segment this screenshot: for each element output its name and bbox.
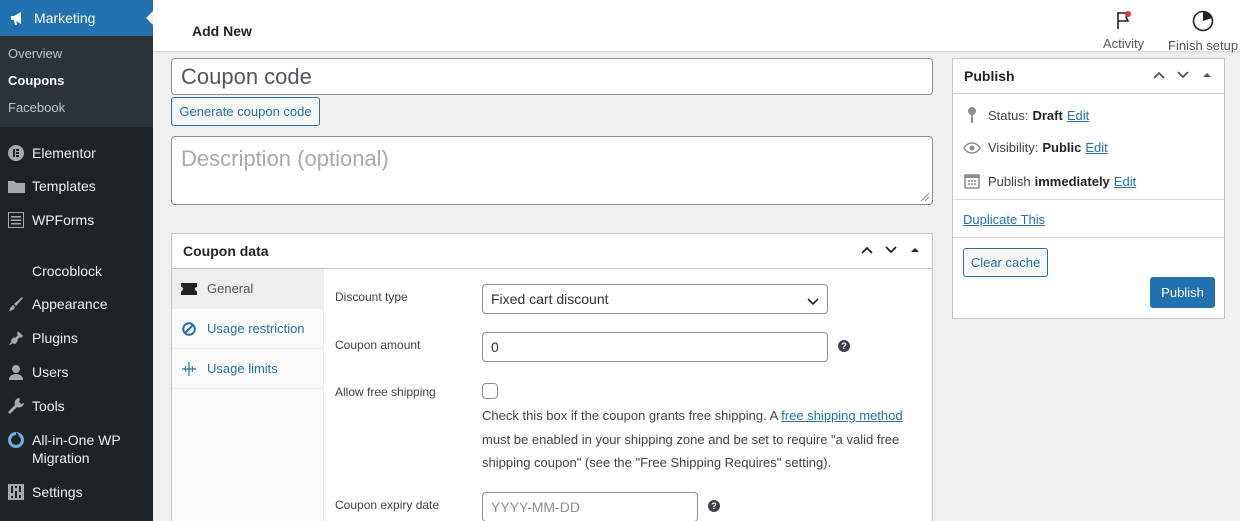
coupon-data-tabs: General Usage restriction Usage limits [172,269,324,521]
resize-grip-icon[interactable] [920,192,930,202]
menu-item-settings[interactable]: Settings [0,475,153,509]
visibility-value: Public [1042,140,1082,155]
coupon-code-input[interactable]: Coupon code [171,58,933,95]
submenu: Overview Coupons Facebook [0,36,153,127]
publish-date-value: immediately [1034,173,1110,189]
discount-type-value: Fixed cart discount [491,291,609,307]
box-controls [1152,68,1214,85]
page-title: Add New [192,23,252,39]
expiry-date-label: Coupon expiry date [335,498,440,512]
collapse-toggle-icon[interactable] [908,243,922,260]
publish-box: Publish Status: Draft Edit Visibility: P… [952,58,1225,319]
help-icon[interactable]: ? [708,500,720,512]
flag-icon [1114,10,1134,33]
menu-item-wpforms[interactable]: WPForms [0,203,153,237]
submenu-item-overview[interactable]: Overview [0,40,153,67]
edit-publish-date-link[interactable]: Edit [1114,174,1136,189]
menu-item-crocoblock[interactable]: Crocoblock [0,255,153,287]
box-controls [860,243,922,260]
publish-title: Publish [964,68,1015,84]
chevron-down-icon[interactable] [884,243,898,260]
expiry-date-input[interactable]: YYYY-MM-DD [482,492,698,521]
progress-clock-icon [1192,10,1214,35]
menu-item-templates[interactable]: Templates [0,169,153,203]
user-icon [6,363,26,381]
admin-sidebar: Marketing Overview Coupons Facebook Elem… [0,0,154,521]
finish-setup-button[interactable]: Finish setup [1168,10,1238,53]
coupon-data-title: Coupon data [183,243,269,259]
folder-icon [6,177,26,195]
coupon-amount-label: Coupon amount [335,338,421,352]
wrench-icon [6,397,26,415]
elementor-icon [6,144,26,162]
clear-cache-button[interactable]: Clear cache [963,248,1048,277]
paintbrush-icon [6,295,26,313]
divider [953,199,1224,200]
status-row: Status: Draft Edit [963,107,1089,123]
menu-item-tools[interactable]: Tools [0,389,153,423]
ban-icon [181,321,197,336]
free-shipping-label: Allow free shipping [335,385,436,399]
submenu-item-coupons[interactable]: Coupons [0,67,153,94]
tab-usage-restriction[interactable]: Usage restriction [172,309,323,349]
discount-type-select[interactable]: Fixed cart discount [482,284,828,314]
eye-icon [963,141,981,154]
duplicate-this-link[interactable]: Duplicate This [963,212,1045,227]
edit-visibility-link[interactable]: Edit [1085,140,1107,155]
coupon-data-header: Coupon data [172,234,932,269]
free-shipping-checkbox[interactable] [482,383,498,399]
submenu-item-facebook[interactable]: Facebook [0,94,153,121]
migration-icon [6,431,26,449]
activity-button[interactable]: Activity [1103,10,1144,51]
settings-icon [6,483,26,501]
menu-item-appearance[interactable]: Appearance [0,287,153,321]
description-placeholder: Description (optional) [181,146,389,171]
menu-label: Marketing [34,10,96,26]
visibility-row: Visibility: Public Edit [963,140,1108,155]
limits-icon [181,361,197,376]
edit-status-link[interactable]: Edit [1067,108,1089,123]
discount-type-label: Discount type [335,290,408,304]
tab-general[interactable]: General [172,269,323,309]
coupon-amount-input[interactable]: 0 [482,332,828,362]
ticket-icon [181,282,197,295]
chevron-down-icon [807,294,819,310]
collapse-toggle-icon[interactable] [1200,68,1214,85]
generate-coupon-code-button[interactable]: Generate coupon code [171,97,320,126]
calendar-icon [963,173,981,189]
help-icon[interactable]: ? [838,340,850,352]
status-value: Draft [1032,107,1063,123]
description-textarea[interactable]: Description (optional) [171,136,933,205]
menu-item-users[interactable]: Users [0,355,153,389]
free-shipping-description: Check this box if the coupon grants free… [482,408,903,470]
publish-button[interactable]: Publish [1150,277,1215,308]
divider [953,237,1224,238]
coupon-data-box: Coupon data General Usage restriction Us… [171,233,933,521]
publish-date-row: Publish immediately Edit [963,173,1136,189]
forms-icon [6,211,26,229]
menu-item-all-in-one-wp-migration[interactable]: All-in-One WP Migration [0,423,153,475]
pin-icon [963,107,981,123]
top-bar: Add New Activity Finish setup [153,0,1240,53]
chevron-up-icon[interactable] [1152,68,1166,85]
chevron-up-icon[interactable] [860,243,874,260]
chevron-down-icon[interactable] [1176,68,1190,85]
plug-icon [6,329,26,347]
menu-item-plugins[interactable]: Plugins [0,321,153,355]
menu-item-elementor[interactable]: Elementor [0,137,153,169]
tab-usage-limits[interactable]: Usage limits [172,349,323,389]
free-shipping-method-link[interactable]: free shipping method [781,408,902,423]
megaphone-icon [8,9,28,27]
menu-item-marketing[interactable]: Marketing [0,0,154,36]
